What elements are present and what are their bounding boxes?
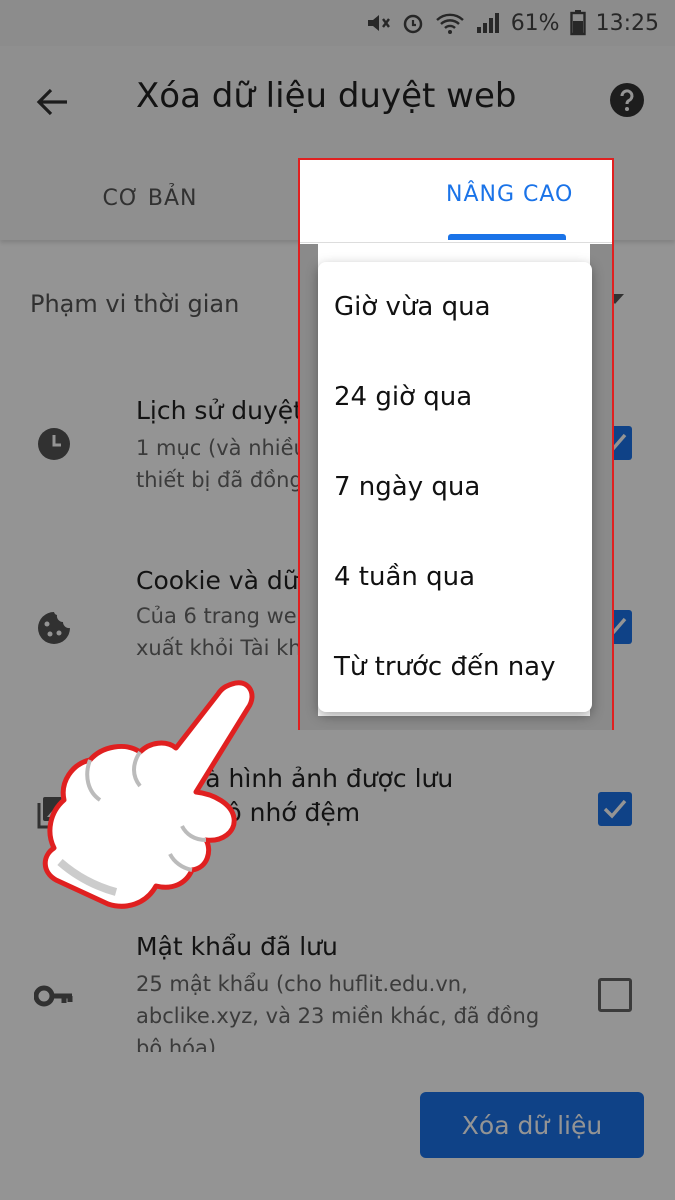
dropdown-option[interactable]: 24 giờ qua	[318, 352, 592, 442]
tab-indicator-highlighted	[448, 234, 566, 240]
tab-divider	[300, 242, 612, 243]
screen: 61% 13:25 Xóa dữ liệu duyệt web CƠ BẢN N…	[0, 0, 675, 1200]
dropdown-option[interactable]: Từ trước đến nay	[318, 622, 592, 712]
dimmed-margin-bottom	[300, 716, 612, 730]
dropdown-option[interactable]: Giờ vừa qua	[318, 262, 592, 352]
time-range-dropdown: Giờ vừa qua 24 giờ qua 7 ngày qua 4 tuần…	[318, 262, 592, 712]
tab-advanced-highlighted[interactable]: NÂNG CAO	[446, 182, 573, 207]
dimmed-margin-right	[590, 244, 612, 730]
pointing-hand-icon	[36, 672, 266, 912]
dropdown-option[interactable]: 7 ngày qua	[318, 442, 592, 532]
dropdown-option[interactable]: 4 tuần qua	[318, 532, 592, 622]
dimmed-margin-left	[300, 244, 318, 730]
